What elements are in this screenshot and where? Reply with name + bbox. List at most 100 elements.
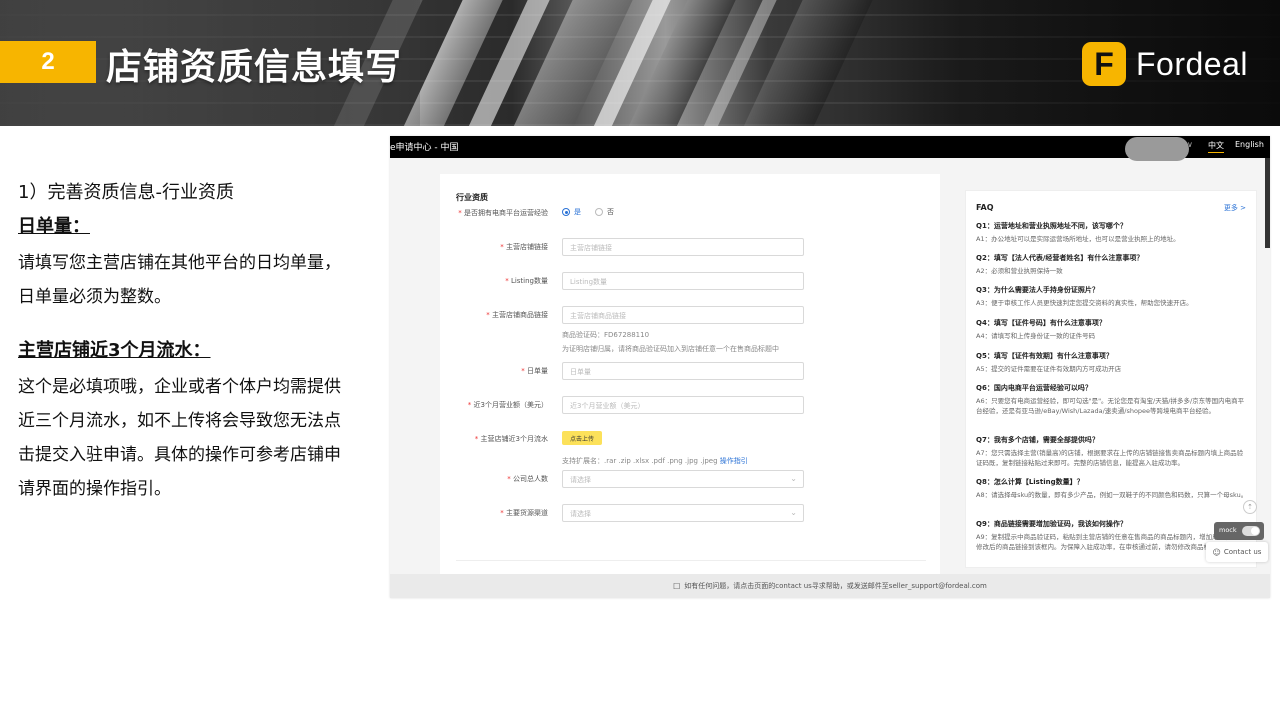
- mock-label: mock: [1219, 526, 1237, 534]
- store-link-label: * 主营店铺链接: [500, 243, 548, 251]
- footer-text: 如有任何问题，请点击页面的contact us寻求帮助，或发送邮件至seller…: [684, 582, 987, 590]
- radio-no[interactable]: 否: [595, 207, 614, 217]
- faq-question: Q6：国内电商平台运营经验可以吗？: [976, 384, 1092, 392]
- chat-icon: ☐: [673, 581, 681, 591]
- faq-item: Q7：我有多个店铺，需要全部提供吗？ A7：您只需选择主营(销量高)的店铺，根据要…: [976, 435, 1248, 468]
- verify-code-hint: 为证明店铺归属，请将商品验证码加入到店铺任意一个在售商品标题中: [562, 345, 779, 353]
- faq-question: Q1：运营地址和营业执照地址不同，该写哪个？: [976, 222, 1127, 230]
- fordeal-logo: F Fordeal: [1082, 42, 1248, 86]
- user-avatar[interactable]: [1125, 137, 1189, 161]
- faq-answer: A2：必须和营业执照保持一致: [976, 267, 1063, 275]
- staff-label: * 公司总人数: [507, 475, 548, 483]
- faq-more-link[interactable]: 更多 >: [1224, 203, 1246, 213]
- faq-item: Q2：填写【法人代表/经营者姓名】有什么注意事项？ A2：必须和营业执照保持一致: [976, 253, 1248, 277]
- faq-item: Q1：运营地址和营业执照地址不同，该写哪个？ A1：办公地址可以是实际运营场所地址…: [976, 221, 1248, 245]
- faq-answer: A7：您只需选择主营(销量高)的店铺，根据要求在上传的店铺链接售卖商品标题内填上…: [976, 449, 1244, 467]
- faq-question: Q7：我有多个店铺，需要全部提供吗？: [976, 436, 1099, 444]
- faq-question: Q2：填写【法人代表/经营者姓名】有什么注意事项？: [976, 254, 1144, 262]
- verify-code-text: 商品验证码：FD67288110: [562, 331, 650, 339]
- chevron-down-icon: ⌄: [790, 508, 797, 517]
- store-link-input[interactable]: 主营店铺链接: [562, 238, 804, 256]
- staff-select-placeholder: 请选择: [570, 476, 591, 484]
- source-label-text: 主要货源渠道: [506, 509, 548, 517]
- app-topbar: e申请中心 - 中国 ∨ 中文 English: [390, 136, 1270, 161]
- mock-toggle[interactable]: mock: [1214, 522, 1264, 540]
- fordeal-logo-icon: F: [1082, 42, 1126, 86]
- faq-question: Q9：商品链接需要增加验证码，我该如何操作？: [976, 520, 1127, 528]
- faq-answer: A1：办公地址可以是实际运营场所地址，也可以是营业执照上的地址。: [976, 235, 1180, 243]
- faq-answer: A4：请填写和上传身份证一致的证件号码: [976, 332, 1096, 340]
- source-label: * 主要货源渠道: [500, 509, 548, 517]
- explanation-panel: 1）完善资质信息-行业资质 日单量： 请填写您主营店铺在其他平台的日均单量，日单…: [18, 178, 348, 506]
- lang-en-link[interactable]: English: [1235, 140, 1264, 149]
- faq-answer: A5：提交的证件需要在证件有效期内方可成功开店: [976, 365, 1122, 373]
- faq-question: Q5：填写【证件有效期】有什么注意事项？: [976, 352, 1113, 360]
- app-footer: ☐ 如有任何问题，请点击页面的contact us寻求帮助，或发送邮件至selle…: [390, 574, 1270, 598]
- faq-item: Q4：填写【证件号码】有什么注意事项？ A4：请填写和上传身份证一致的证件号码: [976, 318, 1248, 342]
- contact-us-button[interactable]: ☺ Contact us: [1206, 542, 1268, 562]
- chevron-down-icon[interactable]: ∨: [1187, 140, 1193, 149]
- revenue-input[interactable]: 近3个月营业额（美元）: [562, 396, 804, 414]
- upload-button[interactable]: 点击上传: [562, 431, 602, 445]
- faq-item: Q3：为什么需要法人手持身份证照片？ A3：便于审核工作人员更快速判定您提交资料的…: [976, 285, 1248, 309]
- faq-answer: A3：便于审核工作人员更快速判定您提交资料的真实性，帮助您快速开店。: [976, 299, 1193, 307]
- experience-label: * 是否拥有电商平台运营经验: [458, 209, 548, 217]
- app-title: e申请中心 - 中国: [390, 143, 459, 153]
- store-link-label-text: 主营店铺链接: [506, 243, 548, 251]
- extension-hint: 支持扩展名：.rar .zip .xlsx .pdf .png .jpg .jp…: [562, 456, 748, 466]
- radio-yes-icon[interactable]: [562, 208, 570, 216]
- daily-orders-heading: 日单量：: [18, 216, 90, 237]
- revenue-flow-heading: 主营店铺近3个月流水：: [18, 340, 211, 361]
- chevron-down-icon: ⌄: [790, 474, 797, 483]
- flow-label-text: 主营店铺近3个月流水: [480, 435, 548, 443]
- faq-question: Q4：填写【证件号码】有什么注意事项？: [976, 319, 1106, 327]
- revenue-label: * 近3个月营业额（美元）: [467, 401, 548, 409]
- staff-select[interactable]: 请选择 ⌄: [562, 470, 804, 488]
- source-select[interactable]: 请选择 ⌄: [562, 504, 804, 522]
- radio-yes[interactable]: 是: [562, 207, 581, 217]
- listing-label: * Listing数量: [505, 277, 548, 285]
- listing-input[interactable]: Listing数量: [562, 272, 804, 290]
- staff-label-text: 公司总人数: [513, 475, 548, 483]
- daily-orders-input[interactable]: 日单量: [562, 362, 804, 380]
- contact-us-label: Contact us: [1223, 548, 1262, 556]
- step-subtitle: 1）完善资质信息-行业资质: [18, 182, 234, 203]
- faq-panel: FAQ 更多 > Q1：运营地址和营业执照地址不同，该写哪个？ A1：办公地址可以…: [965, 190, 1257, 568]
- fordeal-logo-text: Fordeal: [1136, 45, 1248, 82]
- experience-label-text: 是否拥有电商平台运营经验: [464, 209, 548, 217]
- daily-orders-text: 请填写您主营店铺在其他平台的日均单量，日单量必须为整数。: [18, 253, 341, 307]
- faq-title: FAQ: [976, 203, 994, 212]
- product-link-label-text: 主营店铺商品链接: [492, 311, 548, 319]
- daily-orders-label: * 日单量: [521, 367, 548, 375]
- lang-zh-link[interactable]: 中文: [1208, 140, 1224, 153]
- faq-item: Q5：填写【证件有效期】有什么注意事项？ A5：提交的证件需要在证件有效期内方可成…: [976, 351, 1248, 375]
- back-to-top-icon[interactable]: ⇡: [1243, 500, 1257, 514]
- section-title: 店铺资质信息填写: [106, 47, 403, 88]
- product-link-label: * 主营店铺商品链接: [486, 311, 548, 319]
- radio-no-label[interactable]: 否: [607, 207, 614, 217]
- radio-yes-label[interactable]: 是: [574, 207, 581, 217]
- revenue-label-text: 近3个月营业额（美元）: [473, 401, 548, 409]
- form-title: 行业资质: [456, 193, 488, 202]
- toggle-switch[interactable]: [1242, 526, 1260, 536]
- radio-no-icon[interactable]: [595, 208, 603, 216]
- faq-item: Q8：怎么计算【Listing数量】？ A8：请选择母sku的数量，即有多少产品，…: [976, 477, 1248, 501]
- divider: [456, 560, 926, 561]
- flow-label: * 主营店铺近3个月流水: [474, 435, 548, 443]
- listing-label-text: Listing数量: [510, 277, 548, 285]
- section-number-badge: 2: [0, 41, 96, 83]
- faq-question: Q8：怎么计算【Listing数量】？: [976, 478, 1084, 486]
- daily-orders-label-text: 日单量: [527, 367, 548, 375]
- user-icon: ☺: [1212, 547, 1221, 557]
- faq-question: Q3：为什么需要法人手持身份证照片？: [976, 286, 1099, 294]
- faq-answer: A6：只要您有电商运营经验，即可勾选"是"。无论您是有淘宝/天猫/拼多多/京东等…: [976, 397, 1245, 415]
- faq-answer: A8：请选择母sku的数量，即有多少产品，例如一双鞋子的不同颜色和码数，只算一个…: [976, 491, 1248, 499]
- product-link-input[interactable]: 主营店铺商品链接: [562, 306, 804, 324]
- revenue-flow-text: 这个是必填项哦，企业或者个体户均需提供近三个月流水，如不上传将会导致您无法点击提…: [18, 377, 341, 499]
- source-select-placeholder: 请选择: [570, 510, 591, 518]
- extension-hint-text: 支持扩展名：.rar .zip .xlsx .pdf .png .jpg .jp…: [562, 457, 718, 465]
- scrollbar[interactable]: [1265, 158, 1270, 248]
- guide-link[interactable]: 操作指引: [720, 457, 748, 465]
- application-screenshot: e申请中心 - 中国 ∨ 中文 English 行业资质 * 是否拥有电商平台运…: [390, 136, 1270, 598]
- faq-item: Q6：国内电商平台运营经验可以吗？ A6：只要您有电商运营经验，即可勾选"是"。无…: [976, 383, 1248, 416]
